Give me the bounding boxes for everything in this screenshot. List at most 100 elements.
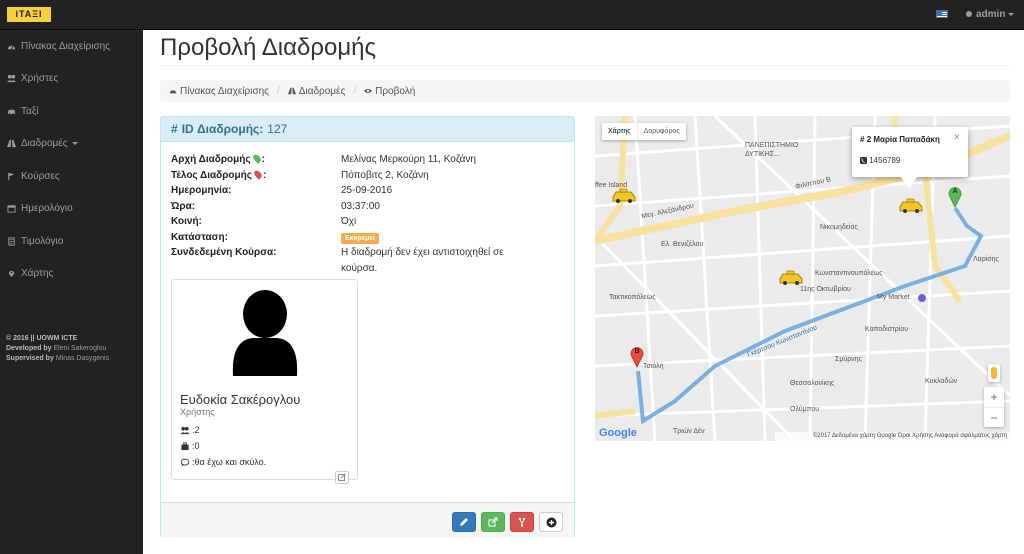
route-status-row: Κατάσταση: Εκκρεμεί [171,230,571,246]
zoom-out-button[interactable]: − [984,407,1004,427]
route-id-label: ID Διαδρομής: [181,122,264,136]
users-icon [7,75,16,83]
taxi-marker-icon[interactable] [611,188,637,204]
red-marker-icon [252,168,264,180]
user-name: Ευδοκία Σακέρογλου [180,392,301,407]
zoom-control: + − [984,387,1004,427]
sidebar-item-routes[interactable]: Διαδρομές [0,128,143,161]
passengers-stat: :2 [180,425,200,435]
route-end-colon: : [262,169,267,181]
google-logo: Google [599,427,637,439]
start-marker-icon[interactable]: A [948,186,962,208]
map-marker-icon [8,271,15,278]
route-end-row: Τέλος Διαδρομής: Πόποβιτς 2, Κοζάνη [171,168,571,184]
map-label: Θεσσαλονίκης [790,380,835,387]
dashboard-icon [169,90,177,94]
sidebar-item-label: Κούρσες [21,170,60,182]
road-icon [287,87,296,95]
taxi-marker-icon[interactable] [778,270,804,286]
route-start-colon: : [261,154,265,165]
driver-name: 2 Μαρία Παπαδάκη [866,135,940,144]
route-linked-ride-label: Συνδεδεμένη Κούρσα: [171,247,277,258]
user-name: admin [976,9,1006,20]
breadcrumb-dashboard[interactable]: Πίνακας Διαχείρισης [180,86,269,97]
map-attribution[interactable]: ©2017 Δεδομένα χάρτη Google Όροι Χρήσης … [775,432,1010,441]
route-end-label: Τέλος Διαδρομής [171,169,252,181]
chevron-down-icon [71,142,78,146]
sidebar-item-label: Χρήστες [21,73,59,85]
passengers-value: :2 [192,425,200,435]
sidebar-item-rides[interactable]: Κούρσες [0,160,143,193]
add-button[interactable] [539,512,563,532]
page-title: Προβολή Διαδρομής [160,34,377,61]
map-label: Κυκλαδών [925,378,958,385]
edit-route-button[interactable] [452,512,476,532]
sidebar-item-label: Τιμολόγιο [21,235,64,247]
user-card: Ευδοκία Σακέρογλου Χρήστης :2 :0 :θα έχω… [171,279,358,484]
comment-stat: :θα έχω και σκύλο. [180,457,266,467]
hash-icon: # [860,135,865,144]
map-type-satellite[interactable]: Δορυφόρος [636,123,686,140]
route-time-row: Ώρα: 03:37:00 [171,199,571,215]
panel-footer [161,502,574,538]
street-view-pegman-icon[interactable] [988,364,1000,382]
close-icon[interactable]: × [954,132,960,143]
route-start-value: Μελίνας Μερκούρη 11, Κοζάνη [341,154,476,165]
eye-icon [364,89,373,93]
map-infowindow: # 2 Μαρία Παπαδάκη 1456789 × [852,127,968,189]
user-icon [966,11,972,17]
calendar-icon [7,205,16,213]
sidebar-item-label: Ταξί [21,105,39,117]
supervisor-name: Minas Dasygenis [55,355,110,362]
user-menu[interactable]: admin [966,9,1015,20]
route-info-table: Αρχή Διαδρομής: Μελίνας Μερκούρη 11, Κοζ… [171,152,571,276]
title-divider [160,65,1010,66]
sidebar-item-taxi[interactable]: Ταξί [0,95,143,128]
supervised-by-label: Supervised by [6,355,54,362]
sidebar-item-map[interactable]: Χάρτης [0,258,143,291]
end-marker-icon[interactable]: B [630,346,644,368]
map-label: 11ης Οκτωβρίου [800,286,851,293]
sidebar-item-dashboard[interactable]: Πίνακας Διαχείρισης [0,30,143,63]
map-label: ΠΑΝΕΠΙΣΤΗΜΙΟ [745,142,799,149]
sidebar-item-calendar[interactable]: Ημερολόγιο [0,193,143,226]
link-ride-button[interactable] [510,512,534,532]
map-label: ΔΥΤΙΚΗΣ... [745,151,780,158]
edit-user-button[interactable] [335,471,349,484]
pencil-icon [460,518,468,526]
sidebar-item-label: Χάρτης [21,268,54,280]
sidebar-item-label: Πίνακας Διαχείρισης [21,40,111,52]
route-start-label: Αρχή Διαδρομής [171,154,251,165]
map-type-control[interactable]: Χάρτης Δορυφόρος [602,123,686,140]
map-label: Τριών Δέν [673,428,705,435]
route-map[interactable]: Χάρτης Δορυφόρος ΠΑΝΕΠΙΣΤΗΜΙΟ ΔΥΤΙΚΗΣ...… [595,116,1010,441]
breadcrumb-routes[interactable]: Διαδρομές [299,86,346,97]
brand-logo[interactable]: iΤΑΞΙ [7,7,51,22]
route-time-value: 03:37:00 [341,200,380,212]
avatar [232,290,298,376]
route-id-value: 127 [267,122,288,136]
road-icon [7,140,16,148]
sidebar-item-invoice[interactable]: Τιμολόγιο [0,225,143,258]
hash-icon: # [171,122,178,136]
route-linked-ride-value: Η διαδρομή δεν έχει αντιστοιχηθεί σε κού… [341,247,504,274]
sidebar-footer: © 2016 || UOWM ICTE Developed by Eleni S… [6,334,109,364]
luggage-value: :0 [192,441,200,451]
luggage-stat: :0 [180,441,200,451]
zoom-in-button[interactable]: + [984,387,1004,407]
invoice-icon [8,237,15,246]
comment-value: :θα έχω και σκύλο. [192,457,267,467]
status-badge: Εκκρεμεί [341,232,379,244]
map-type-map[interactable]: Χάρτης [602,123,637,140]
map-label: Τσιόλη [643,363,664,370]
comment-icon [180,458,190,467]
sidebar-item-users[interactable]: Χρήστες [0,63,143,96]
greek-flag-icon[interactable] [936,10,948,18]
developed-by-label: Developed by [6,345,52,352]
users-icon [180,426,190,434]
copyright-text: © 2016 || UOWM ICTE [6,335,78,342]
share-route-button[interactable] [481,512,505,532]
share-icon [488,517,498,527]
top-navbar: iΤΑΞΙ admin [0,0,1024,30]
taxi-marker-icon[interactable] [898,198,924,214]
